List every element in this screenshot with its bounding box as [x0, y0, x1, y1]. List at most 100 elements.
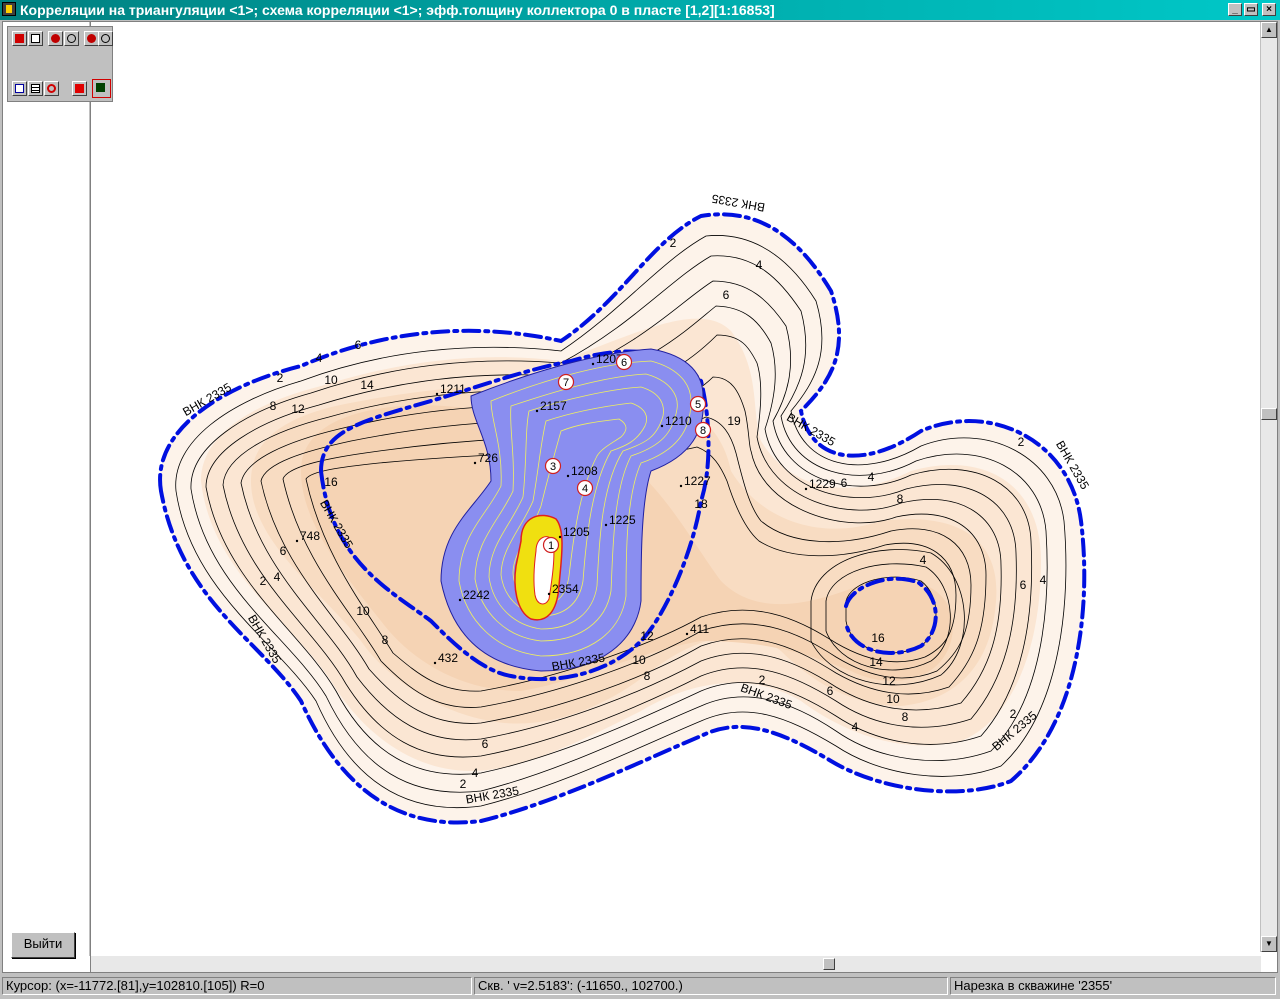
- zoom-reset-icon: [101, 34, 110, 43]
- zoom-fit-button[interactable]: [64, 31, 79, 46]
- contour-label: 6: [723, 288, 730, 302]
- frame-button[interactable]: [28, 31, 43, 46]
- well-marker-label: 1: [548, 540, 554, 552]
- scroll-thumb[interactable]: [1261, 408, 1277, 420]
- contour-label: 6: [827, 684, 834, 698]
- move-button[interactable]: [72, 81, 87, 96]
- contour-label: 12: [882, 674, 896, 688]
- close-button[interactable]: ×: [1262, 3, 1276, 16]
- contour-label: 2: [460, 777, 467, 791]
- well-marker[interactable]: 5: [689, 395, 707, 413]
- contour-label: 10: [886, 692, 900, 706]
- well-point: [433, 661, 437, 665]
- exit-button[interactable]: Выйти: [11, 932, 75, 958]
- delete-icon: [15, 84, 24, 93]
- well[interactable]: 1205: [558, 525, 590, 539]
- contour-label: 10: [356, 604, 370, 618]
- well[interactable]: 2157: [535, 399, 567, 413]
- scroll-up-button[interactable]: ▲: [1261, 22, 1277, 38]
- well-marker-label: 5: [695, 399, 701, 411]
- well-marker[interactable]: 7: [557, 373, 575, 391]
- minimize-button[interactable]: _: [1228, 3, 1242, 16]
- zoom-in-icon: [51, 34, 60, 43]
- contour-label: 4: [868, 470, 875, 484]
- layer-button[interactable]: [92, 79, 111, 98]
- well[interactable]: 1208: [566, 464, 598, 478]
- contour-label: 2: [260, 574, 267, 588]
- well[interactable]: 411: [685, 622, 710, 636]
- contour-label: 6: [1020, 578, 1027, 592]
- zoom-out-button[interactable]: [84, 31, 99, 46]
- vnk-label: ВНК 2335: [710, 191, 766, 214]
- contour-label: 10: [632, 653, 646, 667]
- map-canvas[interactable]: 24624610121416864210864212108191824686 41…: [3, 22, 1261, 956]
- contour-label: 2: [1010, 707, 1017, 721]
- well-point: [604, 523, 608, 527]
- delete-button[interactable]: [12, 81, 27, 96]
- well[interactable]: 748: [295, 529, 321, 543]
- scroll-down-button[interactable]: ▼: [1261, 936, 1277, 952]
- well-point: [804, 487, 808, 491]
- window-title: Корреляции на триангуляции <1>; схема ко…: [20, 2, 775, 18]
- contour-label: 2: [277, 371, 284, 385]
- contour-label: 8: [270, 399, 277, 413]
- well[interactable]: 1225: [604, 513, 636, 527]
- well-status: Скв. ' v=2.5183': (-11650., 102700.): [474, 977, 948, 995]
- well[interactable]: 726: [473, 451, 499, 465]
- well-marker[interactable]: 1: [542, 536, 560, 554]
- well-marker[interactable]: 8: [694, 421, 712, 439]
- close-map-button[interactable]: [12, 31, 27, 46]
- well-marker[interactable]: 6: [615, 353, 633, 371]
- well-label: 411: [690, 622, 709, 636]
- app-icon[interactable]: [2, 2, 16, 16]
- left-panel: [3, 22, 91, 972]
- contour-label: 2: [1018, 435, 1025, 449]
- well[interactable]: 432: [433, 651, 459, 665]
- well[interactable]: 2242: [458, 588, 490, 602]
- layer-icon: [96, 83, 105, 92]
- well-label: 1229: [809, 477, 836, 491]
- contour-label: 6: [482, 737, 489, 751]
- contour-label: 8: [902, 710, 909, 724]
- contour-label: 14: [360, 378, 374, 392]
- well-label: 748: [300, 529, 320, 543]
- contour-label: 16: [324, 475, 338, 489]
- well-point: [458, 598, 462, 602]
- contour-label: 6: [355, 338, 362, 352]
- contour-label: 2: [670, 236, 677, 250]
- well-point: [679, 484, 683, 488]
- contour-label: 4: [920, 553, 927, 567]
- well[interactable]: 1210: [660, 414, 692, 428]
- well-point: [547, 592, 551, 596]
- map-window: 2 4 6 2 4 6 10 12 14 16 8 6 4 2 10 8 6 4 2 12 10 8 19 18 2 4 6 8 6 4 1…: [2, 21, 1278, 973]
- well-marker[interactable]: 4: [576, 479, 594, 497]
- well-marker[interactable]: 3: [544, 457, 562, 475]
- well-label: 726: [478, 451, 498, 465]
- zoom-reset-button[interactable]: [98, 31, 113, 46]
- contour-label: 19: [727, 414, 741, 428]
- well-point: [473, 461, 477, 465]
- contour-label: 14: [869, 655, 883, 669]
- well-label: 1208: [571, 464, 598, 478]
- well[interactable]: 2354: [547, 582, 579, 596]
- cancel-button[interactable]: [44, 81, 59, 96]
- well[interactable]: 1229: [804, 477, 836, 491]
- contour-label: 12: [640, 629, 654, 643]
- restore-button[interactable]: ▭: [1244, 3, 1258, 16]
- zoom-in-button[interactable]: [48, 31, 63, 46]
- well-marker-label: 4: [582, 483, 588, 495]
- frame-icon: [31, 34, 40, 43]
- horizontal-scrollbar[interactable]: [91, 956, 1261, 972]
- well-marker-label: 8: [700, 425, 706, 437]
- vertical-scrollbar[interactable]: ▲ ▼: [1260, 22, 1277, 952]
- well[interactable]: 1211: [435, 382, 466, 396]
- cursor-status: Курсор: (x=-11772.[81],y=102810.[105]) R…: [2, 977, 472, 995]
- contour-label: 4: [1040, 573, 1047, 587]
- contour-label: 4: [756, 258, 763, 272]
- well[interactable]: 1227: [679, 474, 711, 488]
- well-label: 2242: [463, 588, 490, 602]
- contour-label: 16: [871, 631, 885, 645]
- well-point: [295, 539, 299, 543]
- hscroll-thumb[interactable]: [823, 958, 835, 970]
- list-button[interactable]: [28, 81, 43, 96]
